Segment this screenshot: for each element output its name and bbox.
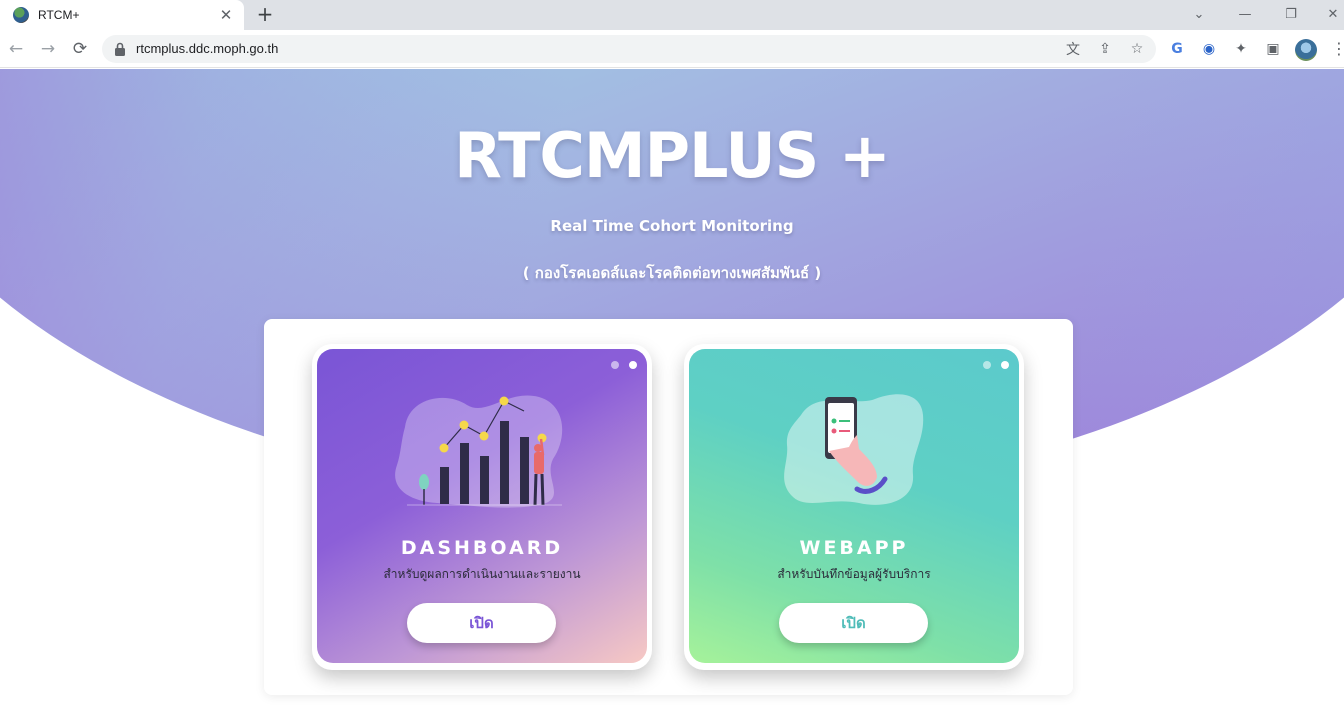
- browser-toolbar: ← → ⟳ rtcmplus.ddc.moph.go.th 文 ⇪ ☆ G ◉ …: [0, 30, 1344, 68]
- side-panel-icon[interactable]: ▣: [1264, 40, 1282, 58]
- bookmark-star-icon[interactable]: ☆: [1128, 40, 1146, 58]
- dashboard-card-description: สำหรับดูผลการดำเนินงานและรายงาน: [383, 567, 581, 581]
- dashboard-card: DASHBOARD สำหรับดูผลการดำเนินงานและรายงา…: [312, 344, 652, 670]
- browser-tab-active[interactable]: RTCM+ ✕: [0, 0, 244, 30]
- dashboard-card-title: DASHBOARD: [400, 537, 564, 559]
- minimize-button[interactable]: —: [1234, 4, 1256, 24]
- webapp-open-button[interactable]: เปิด: [779, 603, 928, 643]
- bar-chart-illustration-icon: [395, 395, 563, 508]
- card-dots: [983, 361, 1009, 369]
- extensions-puzzle-icon[interactable]: ✦: [1232, 40, 1250, 58]
- google-translate-extension-icon[interactable]: G: [1168, 40, 1186, 58]
- globe-favicon-icon: [13, 7, 29, 23]
- hero-subtitle: Real Time Cohort Monitoring: [550, 217, 794, 235]
- tab-search-chevron-icon[interactable]: ⌄: [1188, 4, 1210, 24]
- card-dot-active: [629, 361, 637, 369]
- browser-tabstrip: RTCM+ ✕ + ⌄ — ❐ ✕: [0, 0, 1344, 30]
- dashboard-open-button[interactable]: เปิด: [407, 603, 556, 643]
- cards-panel: DASHBOARD สำหรับดูผลการดำเนินงานและรายงา…: [264, 319, 1073, 695]
- browser-menu-icon[interactable]: ⋮: [1331, 39, 1344, 59]
- close-tab-icon[interactable]: ✕: [218, 6, 234, 24]
- card-dots: [611, 361, 637, 369]
- hero-organization: ( กองโรคเอดส์และโรคติดต่อทางเพศสัมพันธ์ …: [522, 264, 822, 282]
- reload-button[interactable]: ⟳: [70, 39, 90, 59]
- blue-extension-icon[interactable]: ◉: [1200, 40, 1218, 58]
- tab-title: RTCM+: [38, 8, 80, 22]
- translate-icon[interactable]: 文: [1064, 40, 1082, 58]
- profile-avatar[interactable]: [1295, 39, 1317, 61]
- forward-button[interactable]: →: [38, 39, 58, 59]
- dashboard-card-body: DASHBOARD สำหรับดูผลการดำเนินงานและรายงา…: [317, 349, 647, 663]
- webapp-card: WEBAPP สำหรับบันทึกข้อมูลผู้รับบริการ เป…: [684, 344, 1024, 670]
- webapp-card-title: WEBAPP: [799, 537, 909, 559]
- url-text[interactable]: rtcmplus.ddc.moph.go.th: [136, 41, 278, 56]
- webapp-card-body: WEBAPP สำหรับบันทึกข้อมูลผู้รับบริการ เป…: [689, 349, 1019, 663]
- address-bar[interactable]: rtcmplus.ddc.moph.go.th 文 ⇪ ☆: [102, 35, 1156, 63]
- phone-in-hand-illustration-icon: [784, 394, 924, 505]
- card-dot: [983, 361, 991, 369]
- card-dot-active: [1001, 361, 1009, 369]
- back-button[interactable]: ←: [6, 39, 26, 59]
- new-tab-button[interactable]: +: [254, 2, 276, 26]
- page-content: RTCMPLUS + Real Time Cohort Monitoring (…: [0, 69, 1344, 714]
- hero-title: RTCMPLUS +: [454, 119, 891, 192]
- restore-button[interactable]: ❐: [1280, 4, 1302, 24]
- webapp-card-description: สำหรับบันทึกข้อมูลผู้รับบริการ: [777, 567, 931, 581]
- lock-icon: [115, 42, 125, 56]
- share-icon[interactable]: ⇪: [1096, 40, 1114, 58]
- card-dot: [611, 361, 619, 369]
- close-window-button[interactable]: ✕: [1322, 4, 1344, 24]
